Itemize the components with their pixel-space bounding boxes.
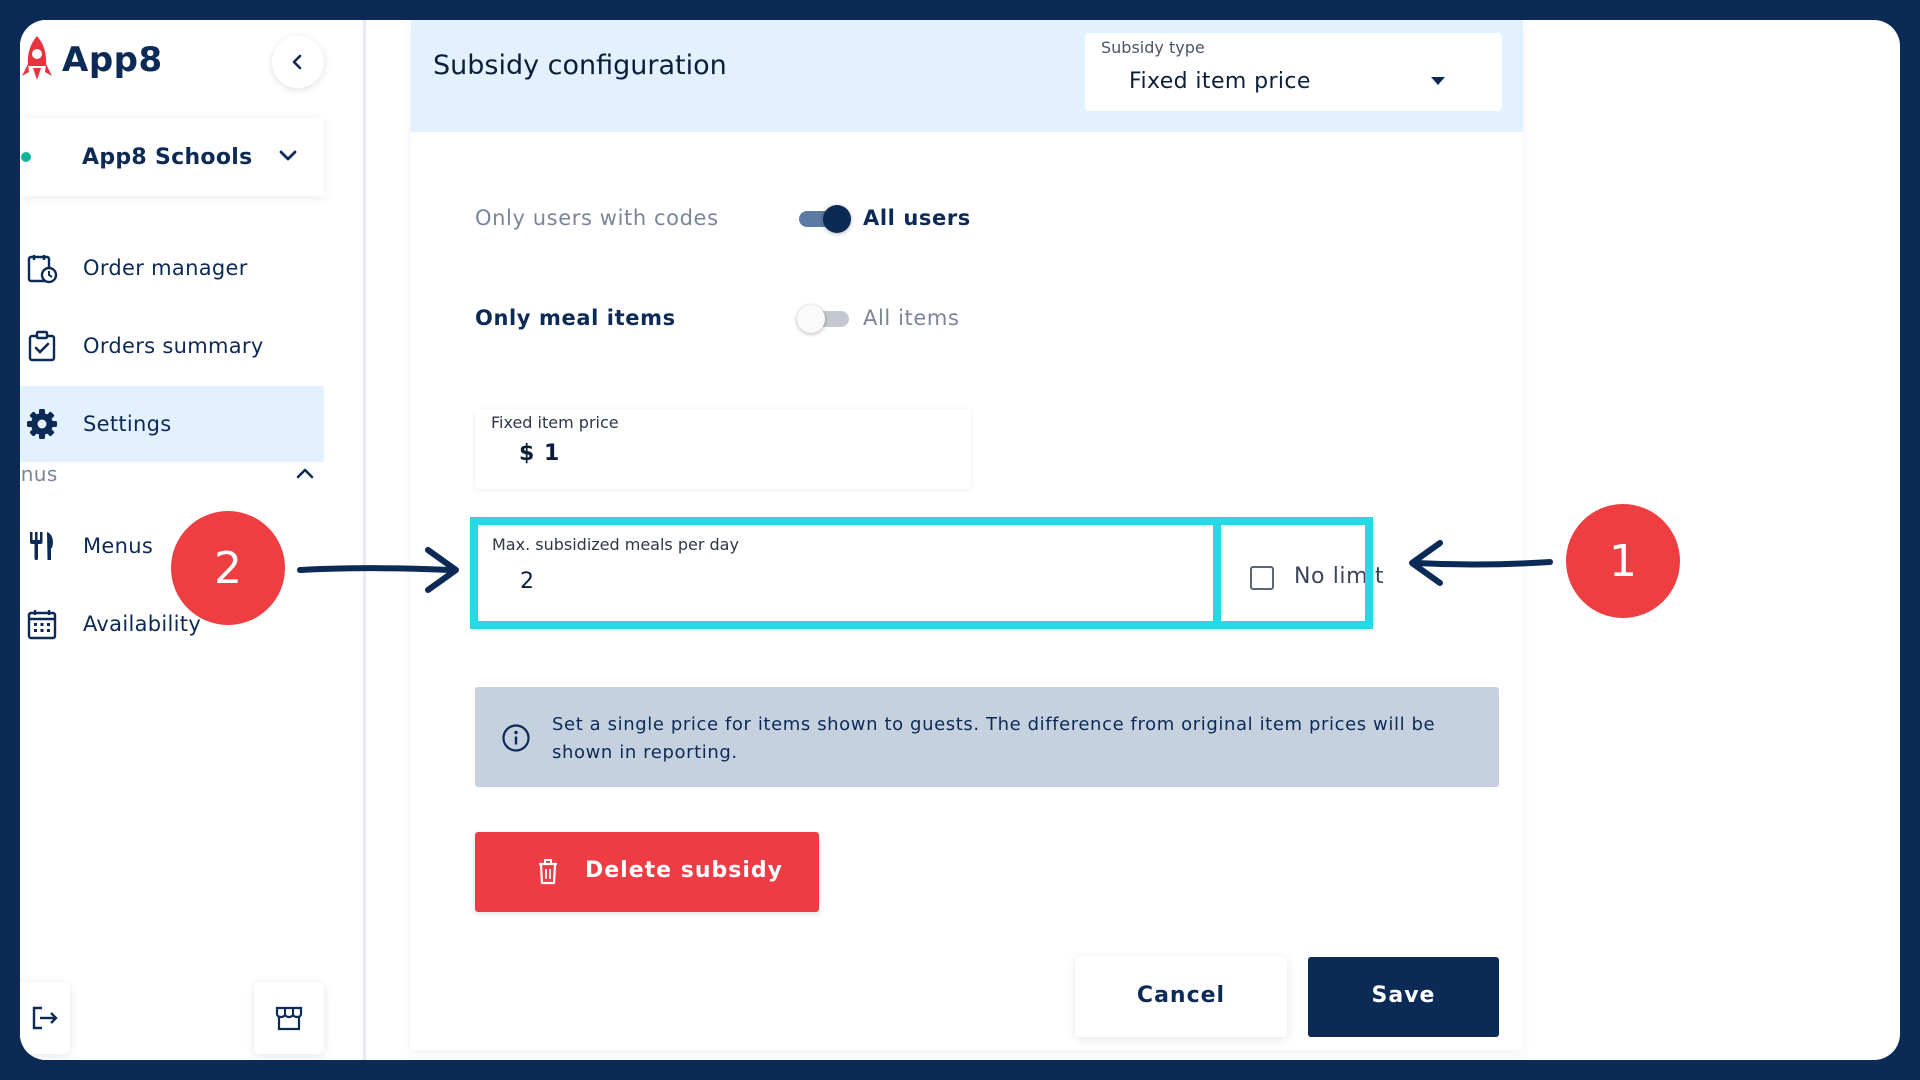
rocket-logo-icon (22, 36, 52, 80)
chevron-up-icon (296, 468, 314, 479)
page-title: Subsidy configuration (433, 50, 727, 81)
sidebar-item-settings[interactable]: Settings (20, 386, 324, 462)
app-window: App8 App8 Schools Order manager Orders s… (20, 20, 1900, 1060)
toggle-right-label: All items (863, 306, 960, 330)
subsidy-type-select[interactable]: Subsidy type Fixed item price (1085, 33, 1502, 111)
arrow-left-icon (1409, 540, 1553, 586)
toggle-right-label: All users (863, 206, 971, 230)
trash-icon (539, 859, 557, 885)
delete-subsidy-label: Delete subsidy (585, 858, 783, 883)
sidebar-item-label: Menus (83, 534, 154, 558)
card-header: Subsidy configuration Subsidy type Fixed… (411, 20, 1523, 132)
save-label: Save (1371, 983, 1436, 1008)
collapse-sidebar-button[interactable] (272, 36, 324, 88)
callout-2: 2 (171, 511, 285, 625)
clipboard-check-icon (26, 330, 58, 362)
store-icon (275, 1006, 303, 1031)
info-icon (502, 724, 530, 752)
info-text: Set a single price for items shown to gu… (552, 714, 1436, 763)
subsidy-type-label: Subsidy type (1101, 38, 1205, 57)
callout-1: 1 (1566, 504, 1680, 618)
users-toggle-switch[interactable] (797, 205, 853, 233)
fork-knife-icon (26, 530, 58, 562)
highlight-box-no-limit (1213, 517, 1373, 629)
logout-icon (32, 1006, 58, 1030)
logout-button[interactable] (20, 982, 70, 1054)
switch-thumb (797, 305, 825, 333)
cancel-button[interactable]: Cancel (1075, 957, 1287, 1037)
fixed-price-label: Fixed item price (491, 413, 619, 432)
sidebar-item-availability[interactable]: Availability (20, 586, 324, 662)
highlight-box-max-meals (470, 517, 1221, 629)
sidebar-item-label: Orders summary (83, 334, 264, 358)
toggle-left-label: Only users with codes (475, 206, 719, 230)
school-name: App8 Schools (82, 144, 253, 170)
toggle-left-label: Only meal items (475, 306, 676, 330)
fixed-price-field[interactable]: Fixed item price $ 1 (475, 409, 971, 489)
save-button[interactable]: Save (1308, 957, 1499, 1037)
sidebar-item-label: Order manager (83, 256, 248, 280)
subsidy-card: Subsidy configuration Subsidy type Fixed… (411, 20, 1523, 1050)
order-manager-icon (26, 252, 58, 284)
sidebar-section-menus[interactable]: enus (20, 454, 324, 494)
callout-number: 2 (214, 542, 242, 594)
gear-icon (26, 408, 58, 440)
sidebar-item-order-manager[interactable]: Order manager (20, 230, 324, 306)
sidebar-item-label: Availability (83, 612, 202, 636)
fixed-price-value: $ 1 (519, 441, 561, 466)
calendar-icon (26, 608, 58, 640)
app-logo: App8 (20, 34, 163, 86)
delete-subsidy-button[interactable]: Delete subsidy (475, 832, 819, 912)
sidebar-item-label: Settings (83, 412, 172, 436)
section-label: enus (20, 462, 58, 486)
app-name: App8 (62, 40, 163, 80)
items-toggle-row: Only meal items All items (475, 298, 1035, 338)
arrow-right-icon (297, 547, 459, 593)
chevron-down-icon (279, 150, 297, 161)
caret-down-icon (1431, 77, 1445, 85)
status-dot (21, 152, 31, 162)
cancel-label: Cancel (1136, 983, 1226, 1008)
users-toggle-row: Only users with codes All users (475, 198, 1035, 238)
callout-number: 1 (1609, 535, 1637, 587)
subsidy-type-value: Fixed item price (1129, 69, 1311, 94)
switch-thumb (823, 205, 851, 233)
sidebar-item-orders-summary[interactable]: Orders summary (20, 308, 324, 384)
school-selector[interactable]: App8 Schools (20, 118, 324, 196)
store-button[interactable] (254, 982, 324, 1054)
chevron-left-icon (292, 54, 302, 70)
info-banner: Set a single price for items shown to gu… (475, 687, 1499, 787)
items-toggle-switch[interactable] (797, 305, 853, 333)
